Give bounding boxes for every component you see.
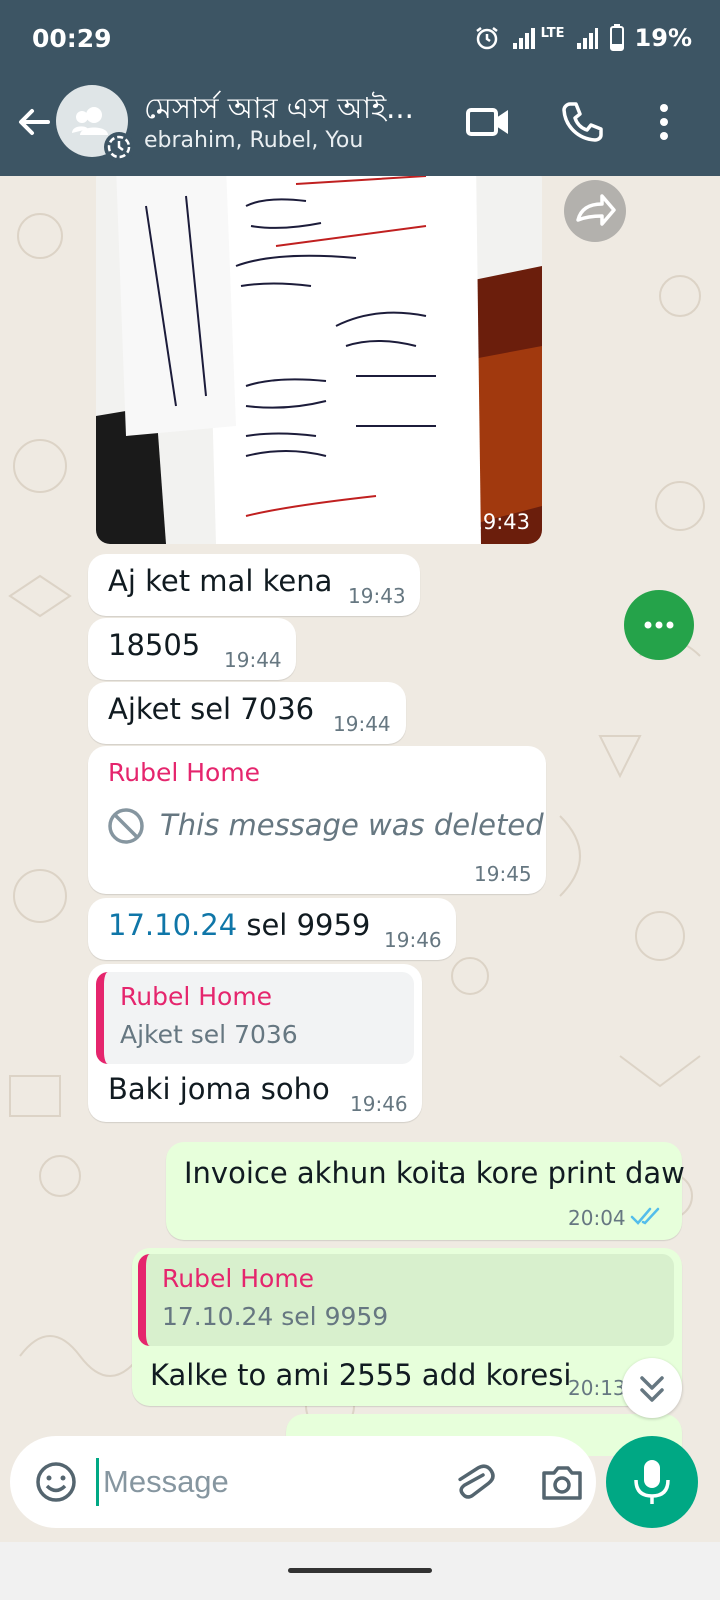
system-nav-bar bbox=[0, 1542, 720, 1600]
message-text: Ajket sel 7036 bbox=[108, 692, 315, 726]
forward-button[interactable] bbox=[564, 180, 626, 242]
alarm-icon bbox=[475, 27, 498, 50]
quote-text: Ajket sel 7036 bbox=[120, 1020, 298, 1049]
message-input[interactable] bbox=[96, 1458, 426, 1506]
message-time: 19:44 bbox=[333, 712, 391, 736]
outgoing-reply-bubble[interactable]: Rubel Home 17.10.24 sel 9959 Kalke to am… bbox=[132, 1248, 682, 1406]
battery-percent: 19% bbox=[634, 24, 692, 52]
forward-icon bbox=[576, 194, 616, 226]
date-link[interactable]: 17.10.24 bbox=[108, 908, 237, 942]
sender-name: Rubel Home bbox=[108, 758, 261, 787]
camera-icon[interactable] bbox=[538, 1458, 586, 1506]
composer bbox=[10, 1436, 596, 1528]
reply-message-bubble[interactable]: Rubel Home Ajket sel 7036 Baki joma soho… bbox=[88, 964, 422, 1122]
quote-sender: Rubel Home bbox=[162, 1264, 315, 1293]
message-time: 19:46 bbox=[384, 928, 442, 952]
more-icon[interactable] bbox=[640, 98, 688, 146]
message-time: 19:46 bbox=[350, 1092, 408, 1116]
message-bubble[interactable]: Aj ket mal kena 19:43 bbox=[88, 554, 420, 616]
floating-menu-button[interactable] bbox=[624, 590, 694, 660]
scroll-down-icon bbox=[640, 1376, 664, 1402]
double-tick-icon bbox=[630, 1207, 660, 1225]
network-label: LTE bbox=[540, 25, 565, 41]
handwritten-receipt-image bbox=[96, 176, 542, 544]
deleted-text: This message was deleted bbox=[160, 808, 544, 842]
signal-icon-2 bbox=[576, 28, 598, 49]
mic-icon bbox=[634, 1460, 670, 1504]
quote-text: 17.10.24 sel 9959 bbox=[162, 1302, 389, 1331]
quote-sender: Rubel Home bbox=[120, 982, 273, 1011]
phone-icon[interactable] bbox=[558, 98, 606, 146]
message-time: 19:45 bbox=[474, 862, 532, 886]
chat-area[interactable]: 19:43 Aj ket mal kena 19:43 18505 19:44 … bbox=[0, 176, 720, 1456]
message-time: 20:13 bbox=[568, 1376, 626, 1400]
message-bubble[interactable]: Ajket sel 7036 19:44 bbox=[88, 682, 406, 744]
chat-participants[interactable]: ebrahim, Rubel, You bbox=[144, 128, 363, 153]
battery-icon bbox=[609, 24, 624, 51]
message-text: 17.10.24 sel 9959 bbox=[108, 908, 370, 942]
message-time: 19:44 bbox=[224, 648, 282, 672]
message-text: 18505 bbox=[108, 628, 201, 662]
message-text: Aj ket mal kena bbox=[108, 564, 333, 598]
message-text: Baki joma soho bbox=[108, 1072, 330, 1106]
attach-icon[interactable] bbox=[450, 1458, 496, 1506]
status-time: 00:29 bbox=[32, 24, 112, 53]
chat-header: মেসার্স আর এস আই... ebrahim, Rubel, You bbox=[0, 80, 720, 176]
video-call-icon[interactable] bbox=[464, 98, 512, 146]
photo-time: 19:43 bbox=[469, 510, 530, 534]
deleted-icon bbox=[108, 808, 144, 844]
voice-message-button[interactable] bbox=[606, 1436, 698, 1528]
more-horizontal-icon bbox=[644, 621, 674, 629]
signal-icon bbox=[512, 28, 535, 49]
outgoing-message-bubble[interactable]: Invoice akhun koita kore print daw 20:04 bbox=[166, 1142, 685, 1240]
message-time: 19:43 bbox=[348, 584, 406, 608]
status-icons: LTE 19% bbox=[473, 24, 692, 52]
photo-message[interactable]: 19:43 bbox=[96, 176, 542, 544]
message-text: Invoice akhun koita kore print daw bbox=[184, 1156, 685, 1190]
message-time: 20:04 bbox=[568, 1206, 626, 1230]
quoted-message[interactable]: Rubel Home 17.10.24 sel 9959 bbox=[138, 1254, 674, 1346]
community-badge bbox=[104, 132, 134, 162]
deleted-message-bubble[interactable]: Rubel Home This message was deleted 19:4… bbox=[88, 746, 546, 894]
dotted-circle-icon bbox=[107, 135, 131, 159]
status-bar: 00:29 LTE 19% bbox=[0, 0, 720, 80]
emoji-icon[interactable] bbox=[32, 1458, 80, 1506]
composer-bar bbox=[0, 1432, 720, 1542]
back-arrow-icon[interactable] bbox=[14, 102, 54, 142]
quoted-message[interactable]: Rubel Home Ajket sel 7036 bbox=[96, 972, 414, 1064]
message-text-rest: sel 9959 bbox=[237, 908, 371, 942]
scroll-to-bottom-button[interactable] bbox=[622, 1358, 682, 1418]
message-bubble[interactable]: 17.10.24 sel 9959 19:46 bbox=[88, 898, 456, 960]
message-text: Kalke to ami 2555 add koresi bbox=[150, 1358, 572, 1392]
message-bubble[interactable]: 18505 19:44 bbox=[88, 618, 296, 680]
home-gesture-handle[interactable] bbox=[288, 1568, 432, 1573]
